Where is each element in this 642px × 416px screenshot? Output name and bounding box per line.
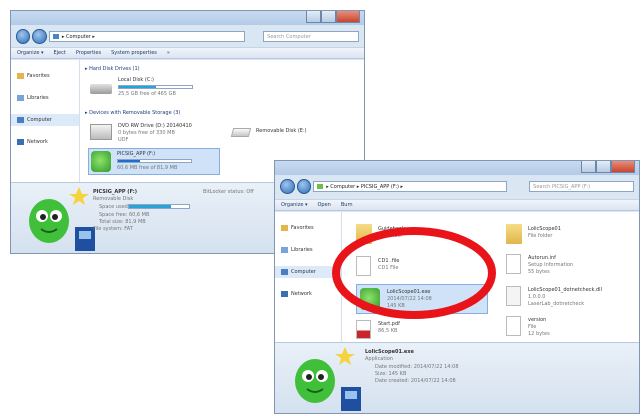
nav-computer[interactable]: Computer (11, 114, 79, 126)
library-icon (17, 95, 24, 101)
drive-f-usage-bar (117, 159, 192, 163)
burn-button[interactable]: Burn (341, 202, 353, 208)
picsig-app-icon (91, 151, 111, 172)
organize-menu[interactable]: Organize ▾ (17, 50, 44, 56)
file-item[interactable]: LolicScope01_dotnetcheck.dll 1.0.0.0 Las… (506, 284, 636, 310)
address-bar[interactable]: ▸ Computer ▸ (48, 31, 246, 42)
navigation-pane: Favorites Libraries Computer Network (11, 60, 80, 183)
settings-file-icon (506, 254, 521, 274)
file-item[interactable]: version File 12 bytes (506, 314, 626, 340)
dvd-drive-icon (90, 124, 112, 140)
computer-icon (17, 117, 24, 123)
open-button[interactable]: Open (318, 202, 331, 208)
star-icon (281, 225, 288, 231)
command-bar: Organize ▾ Eject Properties System prope… (11, 47, 364, 59)
title-bar[interactable] (11, 11, 364, 25)
details-space-used-label: Space used: (99, 204, 130, 210)
back-button[interactable] (280, 179, 295, 194)
dll-file-icon (506, 286, 521, 306)
star-icon (17, 73, 24, 79)
details-title: LolicScope01.exe (365, 349, 414, 355)
network-icon (17, 139, 24, 145)
details-total-size: Total size: 81,9 MB (99, 219, 146, 225)
drive-f[interactable]: PICSIG_APP (F:) 60,6 MB free of 81,9 MB (88, 148, 220, 175)
details-file-system: File system: FAT (93, 226, 133, 232)
network-icon (281, 291, 288, 297)
hard-disk-icon (90, 84, 112, 94)
close-button[interactable] (611, 161, 635, 173)
details-type: Removable Disk (93, 196, 134, 202)
title-bar[interactable] (275, 161, 639, 175)
removable-disk-icon (230, 128, 252, 137)
details-title: PICSIG_APP (F:) (93, 189, 138, 195)
folder-icon (52, 34, 59, 39)
forward-button[interactable] (32, 29, 47, 44)
drive-c[interactable]: Local Disk (C:) 25,5 GB free of 465 GB (90, 76, 210, 102)
organize-menu[interactable]: Organize ▾ (281, 202, 308, 208)
drive-e[interactable]: Removable Disk (E:) (230, 120, 342, 146)
nav-network[interactable]: Network (11, 136, 79, 148)
properties-button[interactable]: Properties (76, 50, 101, 56)
hard-disk-group-header[interactable]: ▸ Hard Disk Drives (1) (85, 66, 140, 72)
folder-icon (506, 224, 522, 244)
library-icon (281, 247, 288, 253)
nav-libraries[interactable]: Libraries (11, 92, 79, 104)
maximize-button[interactable] (321, 11, 336, 23)
minimize-button[interactable] (306, 11, 321, 23)
file-icon (506, 316, 521, 336)
pdf-icon (356, 320, 371, 339)
close-button[interactable] (336, 11, 360, 23)
picsig-mascot-image (287, 343, 362, 413)
eject-button[interactable]: Eject (54, 50, 66, 56)
file-item[interactable]: LolicScope01 File folder (506, 222, 626, 248)
system-properties-button[interactable]: System properties (111, 50, 157, 56)
removable-group-header[interactable]: ▸ Devices with Removable Storage (3) (85, 110, 180, 116)
minimize-button[interactable] (581, 161, 596, 173)
details-bitlocker: BitLocker status: Off (203, 189, 254, 195)
details-space-free: Space free: 60,6 MB (99, 212, 150, 218)
drive-d[interactable]: DVD RW Drive (D:) 20140410 0 bytes free … (90, 120, 230, 146)
details-size: Size: 145 KB (375, 371, 407, 377)
back-button[interactable] (16, 29, 31, 44)
drive-icon (317, 184, 324, 189)
file-item[interactable]: Autorun.inf Setup Information 55 bytes (506, 252, 626, 278)
command-bar: Organize ▾ Open Burn (275, 199, 639, 211)
more-button[interactable]: » (167, 50, 170, 56)
details-created: Date created: 2014/07/22 14:08 (375, 378, 456, 384)
details-pane: LolicScope01.exe Application Date modifi… (275, 342, 639, 413)
details-usage-bar (128, 204, 190, 209)
picsig-mascot-image (21, 183, 96, 253)
address-bar[interactable]: ▸ Computer ▸ PICSIG_APP (F:) ▸ (313, 181, 508, 192)
maximize-button[interactable] (596, 161, 611, 173)
details-modified: Date modified: 2014/07/22 14:08 (375, 364, 459, 370)
search-input[interactable]: Search Computer (263, 31, 360, 42)
computer-icon (281, 269, 288, 275)
search-input[interactable]: Search PICSIG_APP (F:) (529, 181, 634, 192)
forward-button[interactable] (296, 179, 312, 194)
highlight-ring (332, 227, 496, 319)
drive-c-usage-bar (118, 85, 193, 89)
nav-favorites[interactable]: Favorites (11, 70, 79, 82)
details-type: Application (365, 356, 393, 362)
